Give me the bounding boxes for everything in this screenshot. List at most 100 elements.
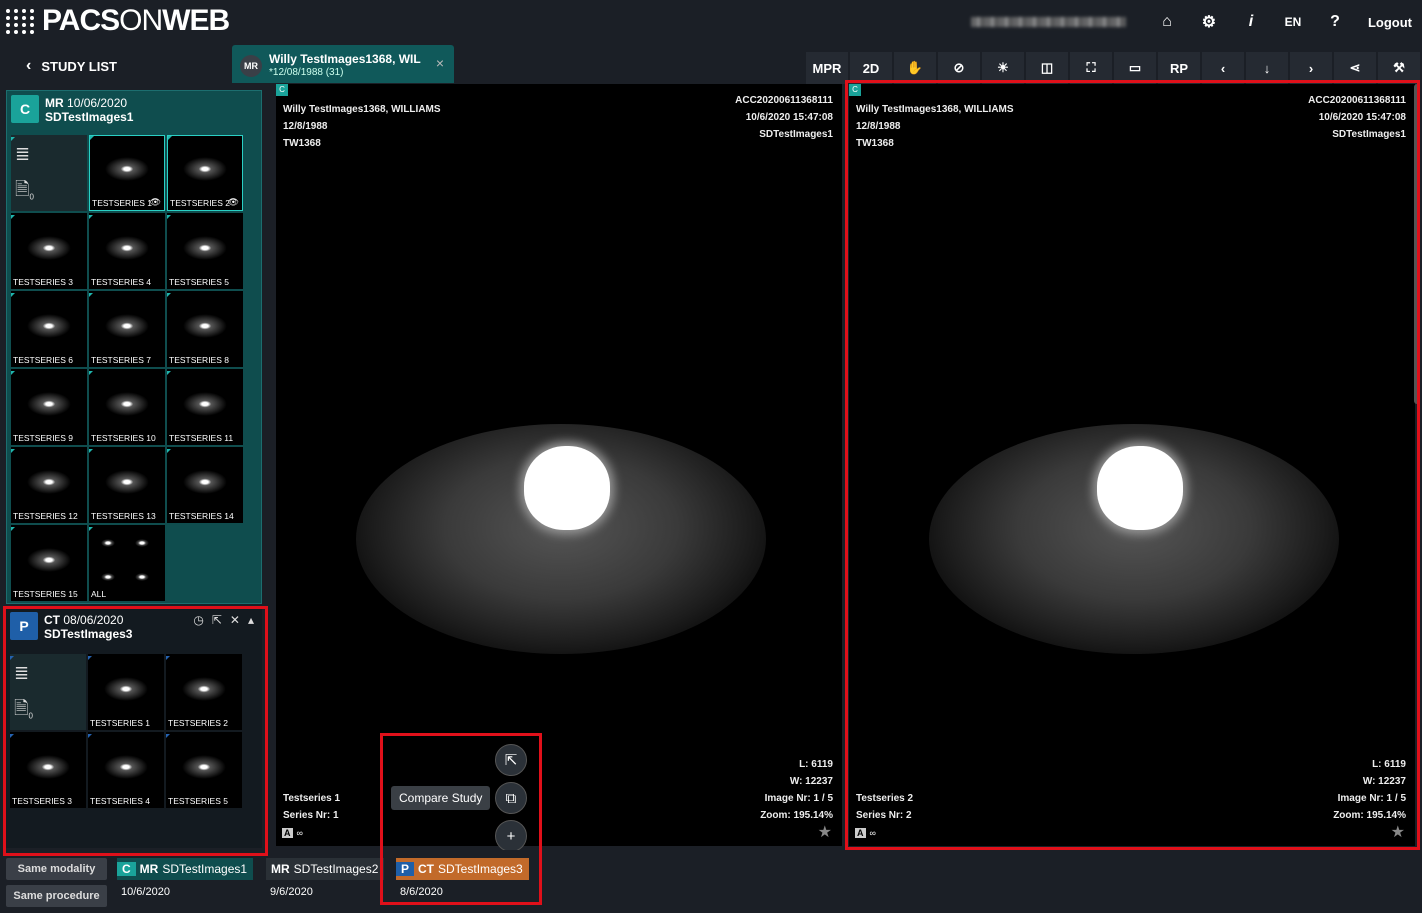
scan-thumbnail-image (104, 754, 148, 779)
compare-study-icon[interactable]: ⧉ (495, 782, 527, 814)
viewport-right[interactable]: C Willy TestImages1368, WILLIAMS 12/8/1988… (849, 84, 1415, 846)
language-selector[interactable]: EN (1272, 15, 1314, 29)
series-thumbnail[interactable]: TESTSERIES 3 (11, 213, 87, 289)
brightness-icon[interactable]: ☀ (982, 52, 1024, 84)
series-thumbnail[interactable]: TESTSERIES 2 (166, 654, 242, 730)
study-panel-mr[interactable]: C MR 10/06/2020 SDTestImages1 ≣ 🗎0 TESTSERI… (6, 90, 262, 604)
series-thumbnail[interactable]: TESTSERIES 1 👁 (89, 135, 165, 211)
viewport-left[interactable]: C Willy TestImages1368, WILLIAMS 12/8/1988… (276, 84, 842, 846)
attachment-doc-icon[interactable]: 🗎0 (15, 177, 39, 205)
share-icon[interactable]: ⋖ (1334, 52, 1376, 84)
study-documents[interactable]: ≣ 🗎0 (10, 654, 86, 730)
add-icon[interactable]: + (495, 820, 527, 852)
history-icon[interactable]: ◷ (193, 613, 203, 627)
series-thumbnail[interactable]: TESTSERIES 5 (166, 732, 242, 808)
rp-button[interactable]: RP (1158, 52, 1200, 84)
series-label: TESTSERIES 1 (90, 718, 150, 728)
viewer-toolbar: MPR 2D ✋ ⊘ ☀ ◫ ⛶ ▭ RP ‹ ↓ › ⋖ ⚒ (806, 52, 1420, 84)
close-study-icon[interactable]: ✕ (230, 613, 240, 627)
study-panel-ct[interactable]: P CT 08/06/2020 SDTestImages3 ◷ ⇱ ✕ ▴ ≣ 🗎0… (6, 608, 262, 848)
scan-thumbnail-image (105, 469, 149, 494)
favorite-star-icon[interactable]: ★ (818, 822, 832, 842)
back-to-study-list[interactable]: ‹ STUDY LIST (26, 57, 117, 75)
series-thumbnail[interactable]: TESTSERIES 2 👁 (167, 135, 243, 211)
bottom-study-mr2[interactable]: MR SDTestImages2 9/6/2020 (266, 858, 385, 902)
scan-thumbnail-image (27, 469, 71, 494)
series-grid: ≣ 🗎0 TESTSERIES 1 TESTSERIES 2 TESTSERIES 3 T… (10, 654, 242, 808)
settings-gear-icon[interactable]: ⚙ (1188, 12, 1230, 32)
scan-thumbnail-image (182, 676, 226, 701)
visible-eye-icon: 👁 (149, 197, 161, 207)
series-label: TESTSERIES 9 (13, 433, 73, 443)
erase-annotations-icon[interactable]: ⊘ (938, 52, 980, 84)
scan-thumbnail-image (27, 235, 71, 260)
study-documents[interactable]: ≣ 🗎0 (11, 135, 87, 211)
series-thumbnail[interactable]: TESTSERIES 4 (88, 732, 164, 808)
series-thumbnail[interactable]: TESTSERIES 11 (167, 369, 243, 445)
study-title: MR 10/06/2020 SDTestImages1 (45, 96, 134, 124)
top-bar: PACSONWEB ⌂ ⚙ i EN ? Logout (0, 0, 1422, 44)
single-view-icon[interactable]: ▭ (1114, 52, 1156, 84)
series-thumbnail[interactable]: TESTSERIES 4 (89, 213, 165, 289)
series-thumbnail[interactable]: TESTSERIES 15 (11, 525, 87, 601)
help-icon[interactable]: ? (1314, 13, 1356, 31)
fullscreen-icon[interactable]: ⛶ (1070, 52, 1112, 84)
viewport-scrollbar[interactable] (1414, 84, 1420, 404)
scan-thumbnail-image (104, 676, 148, 701)
next-icon[interactable]: › (1290, 52, 1332, 84)
favorite-star-icon[interactable]: ★ (1391, 822, 1405, 842)
bottom-study-ct[interactable]: P CT SDTestImages3 8/6/2020 (396, 858, 529, 902)
scan-thumbnail-image (183, 156, 227, 181)
series-label: TESTSERIES 15 (13, 589, 78, 599)
previous-icon[interactable]: ‹ (1202, 52, 1244, 84)
study-sidebar: C MR 10/06/2020 SDTestImages1 ≣ 🗎0 TESTSERI… (0, 84, 276, 850)
report-list-icon[interactable]: ≣ (14, 663, 38, 691)
patient-tab-dob: *12/08/1988 (31) (269, 67, 344, 78)
mpr-button[interactable]: MPR (806, 52, 848, 84)
tools-wrench-icon[interactable]: ⚒ (1378, 52, 1420, 84)
collapse-icon[interactable]: ▴ (248, 613, 254, 627)
layout-icon[interactable]: ◫ (1026, 52, 1068, 84)
report-list-icon[interactable]: ≣ (15, 144, 39, 172)
2d-button[interactable]: 2D (850, 52, 892, 84)
pacsonweb-logo[interactable]: PACSONWEB (6, 4, 230, 38)
scan-thumbnail-image (105, 313, 149, 338)
info-icon[interactable]: i (1230, 13, 1272, 31)
series-thumbnail[interactable]: TESTSERIES 10 (89, 369, 165, 445)
open-external-icon[interactable]: ⇱ (212, 613, 222, 627)
series-label: TESTSERIES 4 (90, 796, 150, 806)
series-thumbnail[interactable]: TESTSERIES 13 (89, 447, 165, 523)
bottom-study-mr1[interactable]: C MR SDTestImages1 10/6/2020 (117, 858, 254, 902)
series-thumbnail[interactable]: TESTSERIES 7 (89, 291, 165, 367)
attachment-doc-icon[interactable]: 🗎0 (14, 696, 38, 724)
open-external-icon[interactable]: ⇱ (495, 744, 527, 776)
patient-tab[interactable]: MR Willy TestImages1368, WIL *12/08/1988… (232, 45, 454, 83)
same-procedure-button[interactable]: Same procedure (6, 885, 107, 907)
series-info: Testseries 1 Series Nr: 1 (283, 793, 341, 821)
series-label: TESTSERIES 3 (13, 277, 73, 287)
series-label: TESTSERIES 5 (168, 796, 228, 806)
chevron-left-icon: ‹ (26, 57, 32, 74)
series-thumbnail[interactable]: TESTSERIES 6 (11, 291, 87, 367)
series-thumbnail[interactable]: TESTSERIES 9 (11, 369, 87, 445)
sort-icon[interactable]: ↓ (1246, 52, 1288, 84)
series-thumbnail[interactable]: TESTSERIES 8 (167, 291, 243, 367)
annotation-link-icon[interactable]: A ∞ (282, 828, 303, 838)
annotation-link-icon[interactable]: A ∞ (855, 828, 876, 838)
series-thumbnail[interactable]: TESTSERIES 1 (88, 654, 164, 730)
compare-study-tooltip: Compare Study (391, 786, 491, 810)
scan-thumbnail-image (26, 754, 70, 779)
series-thumbnail[interactable]: TESTSERIES 12 (11, 447, 87, 523)
same-modality-button[interactable]: Same modality (6, 858, 107, 880)
logout-button[interactable]: Logout (1356, 15, 1422, 30)
series-thumbnail[interactable]: TESTSERIES 5 (167, 213, 243, 289)
home-icon[interactable]: ⌂ (1146, 13, 1188, 31)
series-label: TESTSERIES 10 (91, 433, 156, 443)
series-thumbnail[interactable]: TESTSERIES 3 (10, 732, 86, 808)
pan-hand-icon[interactable]: ✋ (894, 52, 936, 84)
series-thumbnail[interactable]: TESTSERIES 14 (167, 447, 243, 523)
series-all-thumbnail[interactable]: ALL (89, 525, 165, 601)
series-label: TESTSERIES 3 (12, 796, 72, 806)
back-label: STUDY LIST (41, 58, 117, 74)
close-tab-icon[interactable]: × (436, 55, 444, 71)
